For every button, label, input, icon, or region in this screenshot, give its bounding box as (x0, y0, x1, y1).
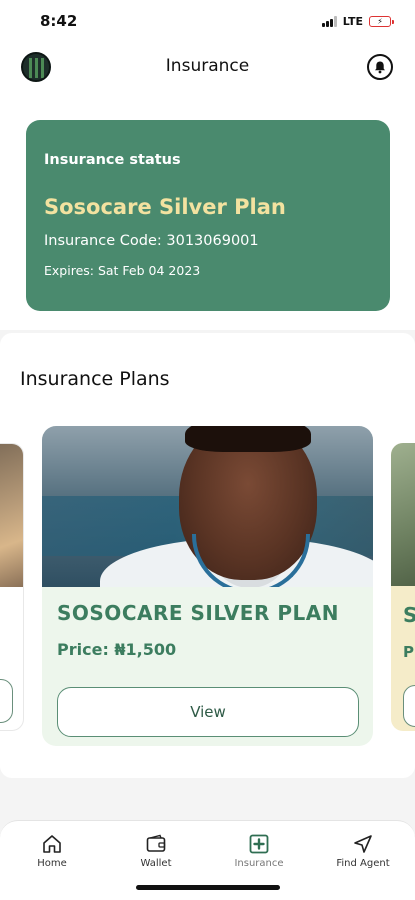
plan-card[interactable]: SOSOCARE SILVER PLAN Price: ₦1,500 View (42, 426, 373, 746)
nav-item-wallet[interactable]: Wallet (111, 833, 201, 873)
status-bar: 8:42 LTE ⚡ (0, 0, 415, 44)
status-indicators: LTE ⚡ (321, 15, 394, 28)
nav-label-wallet: Wallet (140, 858, 172, 869)
next-plan-price-fragment: P (403, 643, 414, 661)
plans-section-title: Insurance Plans (20, 368, 170, 390)
network-type: LTE (342, 15, 363, 28)
previous-plan-view-button[interactable] (0, 679, 13, 723)
home-icon (43, 835, 61, 853)
nav-label-insurance: Insurance (234, 858, 284, 869)
notification-bell-icon[interactable] (367, 54, 393, 80)
plan-photo (42, 426, 373, 587)
nav-item-find-agent[interactable]: Find Agent (318, 833, 408, 873)
next-plan-image (391, 443, 415, 586)
battery-icon: ⚡ (369, 16, 394, 27)
next-plan-name-fragment: S (403, 603, 415, 627)
previous-plan-image (0, 444, 23, 587)
plan-card-price: Price: ₦1,500 (57, 640, 177, 659)
insurance-expiry: Expires: Sat Feb 04 2023 (44, 263, 201, 278)
nav-label-find-agent: Find Agent (336, 858, 390, 869)
plan-card-name: SOSOCARE SILVER PLAN (57, 601, 339, 625)
insurance-code: Insurance Code: 3013069001 (44, 233, 259, 249)
next-plan-card[interactable]: S P (391, 443, 415, 731)
wallet-icon (146, 834, 166, 852)
insurance-cross-icon (249, 834, 269, 854)
insurance-status-card: Insurance status Sosocare Silver Plan In… (26, 120, 390, 311)
insurance-status-label: Insurance status (44, 152, 181, 168)
signal-icon (321, 16, 337, 27)
nav-item-insurance[interactable]: Insurance (214, 833, 304, 873)
previous-plan-card[interactable] (0, 443, 24, 731)
page-title: Insurance (165, 56, 250, 76)
home-indicator (136, 885, 280, 890)
status-time: 8:42 (40, 12, 78, 30)
app-header: Insurance (0, 44, 415, 90)
location-arrow-icon (354, 835, 372, 853)
nav-item-home[interactable]: Home (7, 833, 97, 873)
insurance-plans-section: Insurance Plans SOSOCARE SILVER PLAN Pri… (0, 333, 415, 778)
view-plan-button[interactable]: View (57, 687, 359, 737)
nav-label-home: Home (37, 858, 67, 869)
next-plan-view-button[interactable] (403, 685, 415, 727)
current-plan-name: Sosocare Silver Plan (44, 195, 286, 219)
